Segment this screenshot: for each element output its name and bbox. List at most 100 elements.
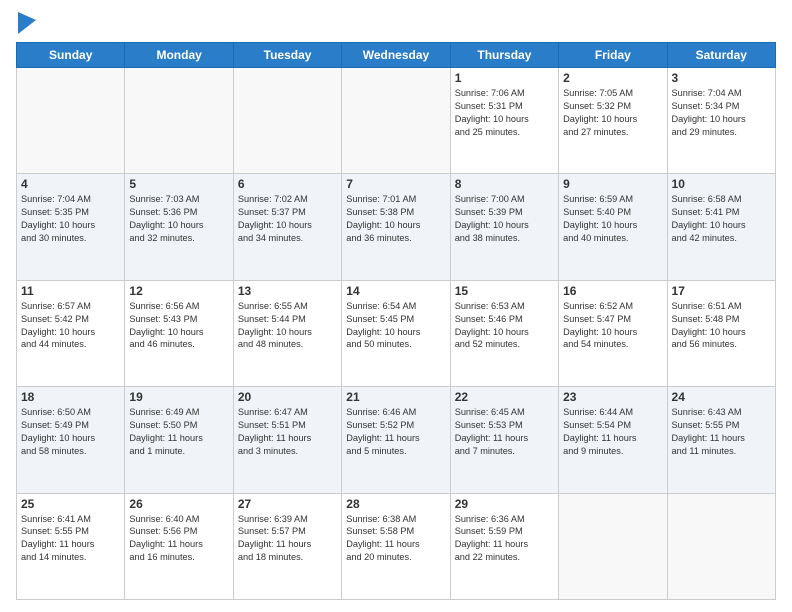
day-info: Sunrise: 7:05 AMSunset: 5:32 PMDaylight:… <box>563 87 662 139</box>
day-number: 17 <box>672 284 771 298</box>
calendar-cell: 26 Sunrise: 6:40 AMSunset: 5:56 PMDayligh… <box>125 493 233 599</box>
day-number: 4 <box>21 177 120 191</box>
calendar-cell: 6Sunrise: 7:02 AMSunset: 5:37 PMDaylight… <box>233 174 341 280</box>
day-info: Sunrise: 6:50 AMSunset: 5:49 PMDaylight:… <box>21 406 120 458</box>
day-info: Sunrise: 6:43 AMSunset: 5:55 PMDaylight:… <box>672 406 771 458</box>
day-info: Sunrise: 6:39 AMSunset: 5:57 PMDaylight:… <box>238 513 337 565</box>
day-info: Sunrise: 6:38 AMSunset: 5:58 PMDaylight:… <box>346 513 445 565</box>
day-info: Sunrise: 7:00 AMSunset: 5:39 PMDaylight:… <box>455 193 554 245</box>
day-info: Sunrise: 6:52 AMSunset: 5:47 PMDaylight:… <box>563 300 662 352</box>
day-number: 21 <box>346 390 445 404</box>
calendar-cell: 13 Sunrise: 6:55 AMSunset: 5:44 PMDayligh… <box>233 280 341 386</box>
calendar-cell: 28 Sunrise: 6:38 AMSunset: 5:58 PMDayligh… <box>342 493 450 599</box>
day-info: Sunrise: 6:53 AMSunset: 5:46 PMDaylight:… <box>455 300 554 352</box>
day-info: Sunrise: 6:55 AMSunset: 5:44 PMDaylight:… <box>238 300 337 352</box>
calendar-cell: 20Sunrise: 6:47 AMSunset: 5:51 PMDayligh… <box>233 387 341 493</box>
calendar-cell: 9 Sunrise: 6:59 AMSunset: 5:40 PMDaylight… <box>559 174 667 280</box>
week-row-3: 11 Sunrise: 6:57 AMSunset: 5:42 PMDayligh… <box>17 280 776 386</box>
calendar-cell: 24 Sunrise: 6:43 AMSunset: 5:55 PMDayligh… <box>667 387 775 493</box>
day-number: 27 <box>238 497 337 511</box>
calendar-cell <box>233 68 341 174</box>
calendar-cell: 4 Sunrise: 7:04 AMSunset: 5:35 PMDaylight… <box>17 174 125 280</box>
day-info: Sunrise: 7:04 AMSunset: 5:35 PMDaylight:… <box>21 193 120 245</box>
day-number: 18 <box>21 390 120 404</box>
calendar-cell: 19 Sunrise: 6:49 AMSunset: 5:50 PMDayligh… <box>125 387 233 493</box>
day-number: 11 <box>21 284 120 298</box>
day-info: Sunrise: 7:06 AMSunset: 5:31 PMDaylight:… <box>455 87 554 139</box>
calendar-cell: 29Sunrise: 6:36 AMSunset: 5:59 PMDayligh… <box>450 493 558 599</box>
calendar-cell: 5Sunrise: 7:03 AMSunset: 5:36 PMDaylight… <box>125 174 233 280</box>
calendar-cell: 8 Sunrise: 7:00 AMSunset: 5:39 PMDaylight… <box>450 174 558 280</box>
day-info: Sunrise: 6:54 AMSunset: 5:45 PMDaylight:… <box>346 300 445 352</box>
day-number: 25 <box>21 497 120 511</box>
day-info: Sunrise: 6:44 AMSunset: 5:54 PMDaylight:… <box>563 406 662 458</box>
calendar-cell <box>342 68 450 174</box>
day-number: 1 <box>455 71 554 85</box>
calendar-cell: 14 Sunrise: 6:54 AMSunset: 5:45 PMDayligh… <box>342 280 450 386</box>
day-number: 19 <box>129 390 228 404</box>
page: SundayMondayTuesdayWednesdayThursdayFrid… <box>0 0 792 612</box>
calendar-cell: 11 Sunrise: 6:57 AMSunset: 5:42 PMDayligh… <box>17 280 125 386</box>
calendar-cell: 18 Sunrise: 6:50 AMSunset: 5:49 PMDayligh… <box>17 387 125 493</box>
calendar-cell: 22Sunrise: 6:45 AMSunset: 5:53 PMDayligh… <box>450 387 558 493</box>
week-row-4: 18 Sunrise: 6:50 AMSunset: 5:49 PMDayligh… <box>17 387 776 493</box>
day-number: 24 <box>672 390 771 404</box>
calendar-cell <box>125 68 233 174</box>
day-number: 29 <box>455 497 554 511</box>
calendar-table: SundayMondayTuesdayWednesdayThursdayFrid… <box>16 42 776 600</box>
day-info: Sunrise: 6:56 AMSunset: 5:43 PMDaylight:… <box>129 300 228 352</box>
day-number: 13 <box>238 284 337 298</box>
day-info: Sunrise: 6:59 AMSunset: 5:40 PMDaylight:… <box>563 193 662 245</box>
day-number: 3 <box>672 71 771 85</box>
day-info: Sunrise: 6:51 AMSunset: 5:48 PMDaylight:… <box>672 300 771 352</box>
header <box>16 12 776 34</box>
week-row-2: 4 Sunrise: 7:04 AMSunset: 5:35 PMDaylight… <box>17 174 776 280</box>
weekday-monday: Monday <box>125 43 233 68</box>
weekday-friday: Friday <box>559 43 667 68</box>
day-info: Sunrise: 7:04 AMSunset: 5:34 PMDaylight:… <box>672 87 771 139</box>
weekday-wednesday: Wednesday <box>342 43 450 68</box>
day-number: 28 <box>346 497 445 511</box>
calendar-cell: 12 Sunrise: 6:56 AMSunset: 5:43 PMDayligh… <box>125 280 233 386</box>
day-info: Sunrise: 6:57 AMSunset: 5:42 PMDaylight:… <box>21 300 120 352</box>
day-number: 15 <box>455 284 554 298</box>
day-number: 16 <box>563 284 662 298</box>
week-row-1: 1 Sunrise: 7:06 AMSunset: 5:31 PMDaylight… <box>17 68 776 174</box>
day-info: Sunrise: 6:40 AMSunset: 5:56 PMDaylight:… <box>129 513 228 565</box>
day-info: Sunrise: 6:49 AMSunset: 5:50 PMDaylight:… <box>129 406 228 458</box>
calendar-cell: 27 Sunrise: 6:39 AMSunset: 5:57 PMDayligh… <box>233 493 341 599</box>
calendar-cell: 17 Sunrise: 6:51 AMSunset: 5:48 PMDayligh… <box>667 280 775 386</box>
calendar-cell: 25 Sunrise: 6:41 AMSunset: 5:55 PMDayligh… <box>17 493 125 599</box>
weekday-thursday: Thursday <box>450 43 558 68</box>
weekday-header-row: SundayMondayTuesdayWednesdayThursdayFrid… <box>17 43 776 68</box>
calendar-cell: 7Sunrise: 7:01 AMSunset: 5:38 PMDaylight… <box>342 174 450 280</box>
calendar-cell: 1 Sunrise: 7:06 AMSunset: 5:31 PMDaylight… <box>450 68 558 174</box>
day-info: Sunrise: 6:58 AMSunset: 5:41 PMDaylight:… <box>672 193 771 245</box>
logo-icon <box>18 12 36 34</box>
calendar-cell <box>559 493 667 599</box>
day-number: 2 <box>563 71 662 85</box>
day-number: 9 <box>563 177 662 191</box>
calendar-cell: 23Sunrise: 6:44 AMSunset: 5:54 PMDayligh… <box>559 387 667 493</box>
day-number: 14 <box>346 284 445 298</box>
weekday-saturday: Saturday <box>667 43 775 68</box>
day-info: Sunrise: 6:45 AMSunset: 5:53 PMDaylight:… <box>455 406 554 458</box>
weekday-tuesday: Tuesday <box>233 43 341 68</box>
calendar-cell: 16 Sunrise: 6:52 AMSunset: 5:47 PMDayligh… <box>559 280 667 386</box>
calendar-cell <box>667 493 775 599</box>
weekday-sunday: Sunday <box>17 43 125 68</box>
calendar-cell: 10 Sunrise: 6:58 AMSunset: 5:41 PMDayligh… <box>667 174 775 280</box>
calendar-cell <box>17 68 125 174</box>
day-number: 26 <box>129 497 228 511</box>
calendar-cell: 15 Sunrise: 6:53 AMSunset: 5:46 PMDayligh… <box>450 280 558 386</box>
calendar-cell: 21Sunrise: 6:46 AMSunset: 5:52 PMDayligh… <box>342 387 450 493</box>
day-info: Sunrise: 7:01 AMSunset: 5:38 PMDaylight:… <box>346 193 445 245</box>
day-number: 8 <box>455 177 554 191</box>
calendar-cell: 2 Sunrise: 7:05 AMSunset: 5:32 PMDaylight… <box>559 68 667 174</box>
day-number: 12 <box>129 284 228 298</box>
day-number: 6 <box>238 177 337 191</box>
week-row-5: 25 Sunrise: 6:41 AMSunset: 5:55 PMDayligh… <box>17 493 776 599</box>
day-number: 10 <box>672 177 771 191</box>
day-info: Sunrise: 6:41 AMSunset: 5:55 PMDaylight:… <box>21 513 120 565</box>
day-number: 5 <box>129 177 228 191</box>
